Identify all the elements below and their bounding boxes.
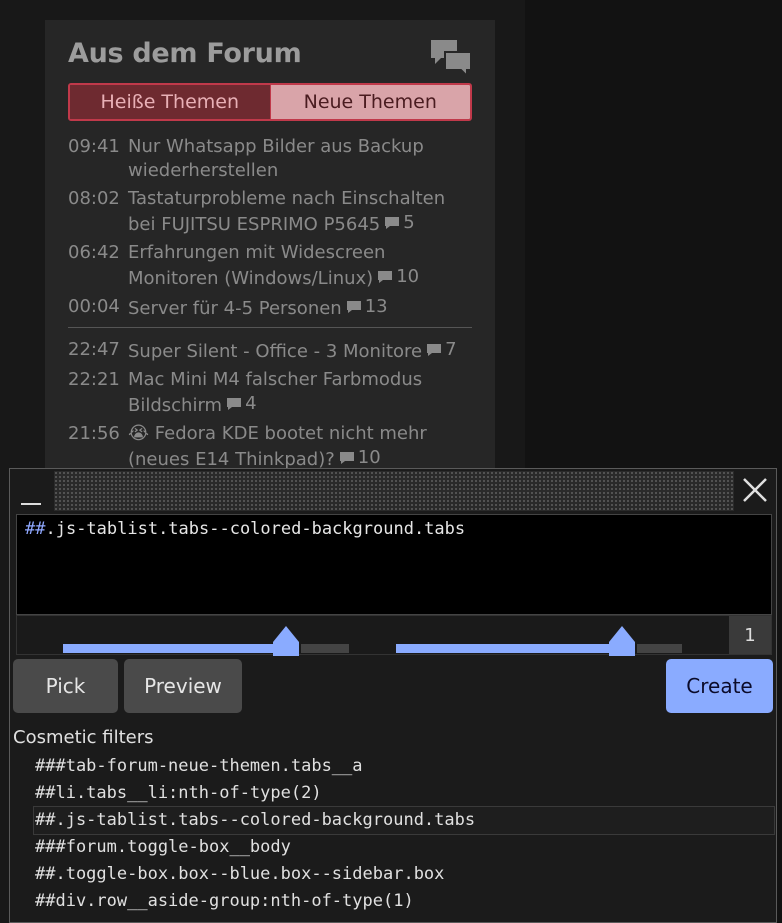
preview-button[interactable]: Preview xyxy=(124,659,242,713)
cosmetic-filter-item[interactable]: ###tab-forum-neue-themen.tabs__a xyxy=(34,753,774,780)
comment-count-value: 10 xyxy=(357,447,381,468)
topic-title-wrap: Nur Whatsapp Bilder aus Backup wiederher… xyxy=(128,135,472,183)
comment-icon xyxy=(346,301,361,313)
topic-time: 22:47 xyxy=(68,339,120,360)
slider-thumb-icon[interactable] xyxy=(607,626,637,656)
filter-text: .js-tablist.tabs--colored-background.tab… xyxy=(45,519,466,539)
filter-prefix: ## xyxy=(25,519,46,539)
topic-title[interactable]: Mac Mini M4 falscher Farbmodus Bildschir… xyxy=(128,369,422,416)
topic-title[interactable]: Nur Whatsapp Bilder aus Backup wiederher… xyxy=(128,136,424,181)
comment-count-value: 7 xyxy=(445,339,457,360)
minimize-button[interactable] xyxy=(18,479,44,509)
topic-item[interactable]: 08:02 Tastaturprobleme nach Einschalten b… xyxy=(68,187,472,237)
chat-bubbles-icon xyxy=(431,40,472,76)
comment-icon xyxy=(378,271,393,283)
cosmetic-filter-item[interactable]: ##.toggle-box.box--blue.box--sidebar.box xyxy=(34,861,774,888)
comment-icon xyxy=(427,344,442,356)
comment-icon xyxy=(339,452,354,464)
comment-count-value: 5 xyxy=(403,212,415,233)
topic-title-wrap: Server für 4-5 Personen 13 xyxy=(128,295,472,321)
topic-title-wrap: Erfahrungen mit Widescreen Monitoren (Wi… xyxy=(128,241,472,291)
cosmetic-filter-list: ###tab-forum-neue-themen.tabs__a ##li.tab… xyxy=(33,753,775,915)
topic-divider xyxy=(68,327,472,328)
cosmetic-filter-item[interactable]: ##li.tabs__li:nth-of-type(2) xyxy=(34,780,774,807)
tab-heisse-themen[interactable]: Heiße Themen xyxy=(70,85,271,119)
tab-neue-themen[interactable]: Neue Themen xyxy=(270,85,470,119)
comment-count: 10 xyxy=(377,265,419,289)
topic-title-wrap: Super Silent - Office - 3 Monitore 7 xyxy=(128,338,472,364)
topic-time: 22:21 xyxy=(68,369,120,390)
cosmetic-filter-item[interactable]: ##div.row__aside-group:nth-of-type(1) xyxy=(34,888,774,915)
topic-time: 09:41 xyxy=(68,136,120,157)
topic-title[interactable]: Server für 4-5 Personen xyxy=(128,298,342,319)
topic-list: 09:41 Nur Whatsapp Bilder aus Backup wied… xyxy=(68,135,472,472)
topic-title[interactable]: Erfahrungen mit Widescreen Monitoren (Wi… xyxy=(128,242,385,289)
topic-item[interactable]: 00:04 Server für 4-5 Personen 13 xyxy=(68,295,472,321)
topic-time: 00:04 xyxy=(68,296,120,317)
forum-title: Aus dem Forum xyxy=(68,38,302,69)
element-picker-panel: ##.js-tablist.tabs--colored-background.t… xyxy=(9,468,777,923)
picker-toolbar xyxy=(10,469,776,513)
comment-count: 4 xyxy=(226,392,257,416)
topic-title-wrap: 😭 Fedora KDE bootet nicht mehr (neues E1… xyxy=(128,422,472,472)
match-count-badge: 1 xyxy=(729,616,771,654)
topic-title-wrap: Mac Mini M4 falscher Farbmodus Bildschir… xyxy=(128,368,472,418)
topic-item[interactable]: 09:41 Nur Whatsapp Bilder aus Backup wied… xyxy=(68,135,472,183)
topic-title-wrap: Tastaturprobleme nach Einschalten bei FU… xyxy=(128,187,472,237)
pick-button[interactable]: Pick xyxy=(13,659,118,713)
filter-editor[interactable]: ##.js-tablist.tabs--colored-background.t… xyxy=(16,514,772,615)
topic-item[interactable]: 06:42 Erfahrungen mit Widescreen Monitore… xyxy=(68,241,472,291)
forum-box: Aus dem Forum Heiße Themen Neue Themen 0… xyxy=(45,20,495,480)
topic-item[interactable]: 22:47 Super Silent - Office - 3 Monitore 7 xyxy=(68,338,472,364)
topic-title[interactable]: Super Silent - Office - 3 Monitore xyxy=(128,341,422,362)
comment-icon xyxy=(227,398,242,410)
slider-bar: 1 xyxy=(16,615,772,656)
specificity-slider[interactable] xyxy=(396,624,682,656)
comment-count: 10 xyxy=(339,446,381,470)
topic-item[interactable]: 21:56 😭 Fedora KDE bootet nicht mehr (neu… xyxy=(68,422,472,472)
comment-icon xyxy=(385,217,400,229)
comment-count-value: 10 xyxy=(396,266,420,287)
topic-time: 06:42 xyxy=(68,242,120,263)
create-button[interactable]: Create xyxy=(666,659,773,713)
cosmetic-filter-item[interactable]: ##.js-tablist.tabs--colored-background.t… xyxy=(33,806,775,835)
forum-tabs: Heiße Themen Neue Themen xyxy=(68,83,472,121)
cosmetic-filters-label: Cosmetic filters xyxy=(13,727,154,748)
comment-count: 7 xyxy=(426,338,457,362)
comment-count: 5 xyxy=(384,211,415,235)
minimize-icon xyxy=(21,503,41,505)
comment-count-value: 4 xyxy=(245,393,257,414)
drag-handle[interactable] xyxy=(54,471,734,511)
topic-title[interactable]: 😭 Fedora KDE bootet nicht mehr (neues E1… xyxy=(128,423,427,470)
topic-time: 08:02 xyxy=(68,188,120,209)
comment-count-value: 13 xyxy=(364,296,388,317)
topic-item[interactable]: 22:21 Mac Mini M4 falscher Farbmodus Bild… xyxy=(68,368,472,418)
close-icon[interactable] xyxy=(740,475,770,505)
cosmetic-filter-item[interactable]: ###forum.toggle-box__body xyxy=(34,834,774,861)
slider-thumb-icon[interactable] xyxy=(271,626,301,656)
comment-count: 13 xyxy=(346,295,388,319)
topic-time: 21:56 xyxy=(68,423,120,444)
depth-slider[interactable] xyxy=(63,624,349,656)
